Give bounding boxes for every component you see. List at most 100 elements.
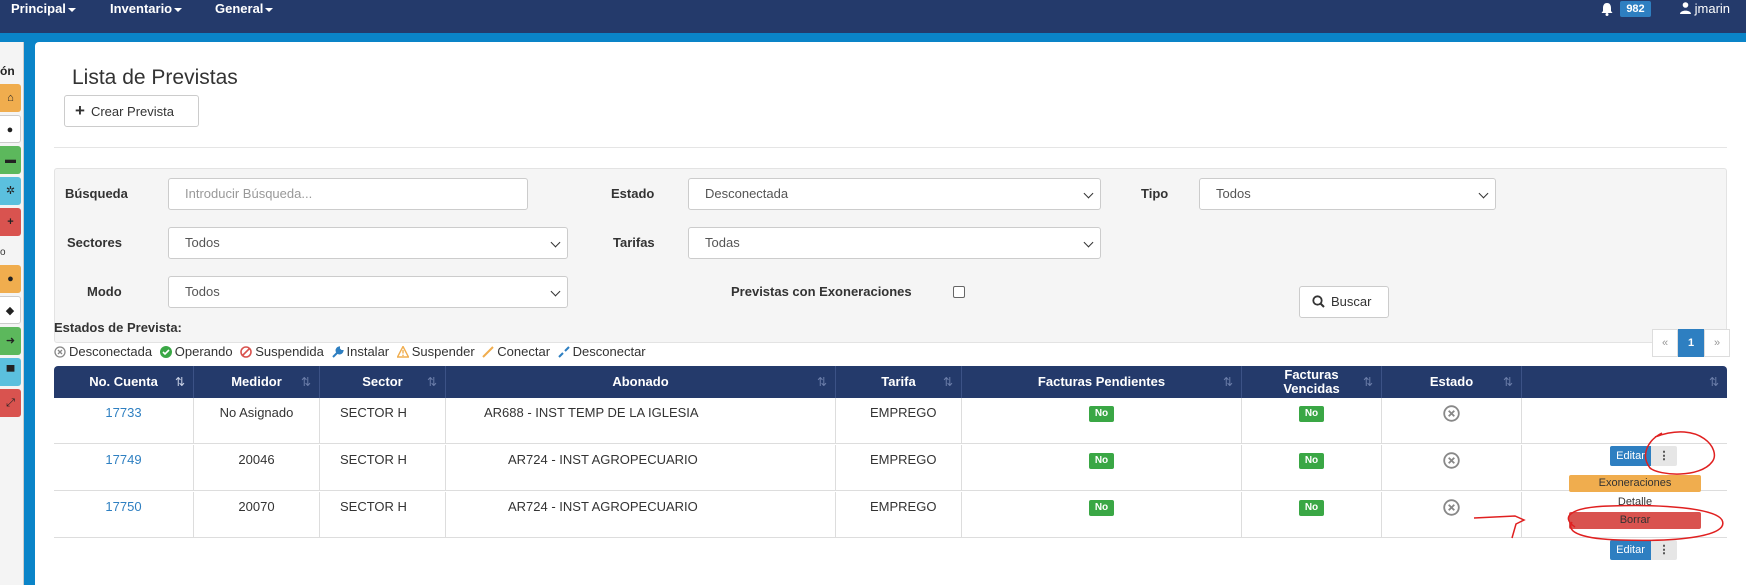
cell-cuenta[interactable]: 17733 <box>54 398 194 444</box>
cell-medidor: No Asignado <box>194 398 320 444</box>
page-prev[interactable]: « <box>1652 329 1678 357</box>
gear-icon: ✲ <box>5 185 16 197</box>
sidebar-btn-tag[interactable]: ◆ <box>0 296 21 324</box>
status-badge: No <box>1088 499 1115 516</box>
sidebar-btn-home[interactable]: ⌂ <box>0 84 21 112</box>
tag-icon: ◆ <box>5 305 15 317</box>
menu-item-borrar[interactable]: Borrar <box>1569 512 1701 529</box>
page-title: Lista de Previstas <box>72 66 238 89</box>
sidebar-btn-location[interactable]: ● <box>0 115 21 143</box>
legend-operando: Operando <box>159 344 233 359</box>
th-tarifa[interactable]: Tarifa ⇅ <box>836 366 962 398</box>
sort-icon: ⇅ <box>1222 375 1233 389</box>
notification-badge[interactable]: 982 <box>1620 1 1651 17</box>
menu-general[interactable]: General <box>215 0 274 17</box>
user-icon <box>1680 2 1691 14</box>
th-medidor[interactable]: Medidor ⇅ <box>194 366 320 398</box>
menu-inventario[interactable]: Inventario <box>110 0 183 17</box>
sort-icon: ⇅ <box>816 375 827 389</box>
status-badge: No <box>1298 452 1325 469</box>
map-marker-icon: ● <box>6 124 14 136</box>
select-value: Desconectada <box>705 186 789 201</box>
estados-title: Estados de Prevista: <box>54 320 182 335</box>
truck-icon: ▀ <box>6 366 15 378</box>
cell-sector: SECTOR H <box>320 445 446 491</box>
sidebar-btn-print[interactable]: ▬ <box>0 146 21 174</box>
select-value: Todos <box>1216 186 1251 201</box>
expand-icon: ⤢ <box>6 397 15 409</box>
edit-button[interactable]: Editar <box>1610 540 1651 560</box>
cell-tarifa: EMPREGO <box>836 398 962 444</box>
ban-icon <box>240 346 253 358</box>
bell-icon[interactable] <box>1600 2 1614 16</box>
th-facturas-pendientes[interactable]: Facturas Pendientes ⇅ <box>962 366 1242 398</box>
username: jmarin <box>1694 1 1731 16</box>
main-panel: Lista de Previstas + Crear Prevista Búsqu… <box>35 42 1746 585</box>
sidebar-label: ón <box>0 64 15 78</box>
sidebar-btn-truck[interactable]: ▀ <box>0 358 21 386</box>
legend-desconectar: Desconectar <box>557 344 646 359</box>
legend-instalar: Instalar <box>331 344 389 359</box>
create-prevista-button[interactable]: + Crear Prevista <box>64 95 199 127</box>
legend-suspendida: Suspendida <box>240 344 324 359</box>
cell-estado <box>1382 492 1522 538</box>
arrow-right-icon: ➜ <box>5 335 16 347</box>
caret-down-icon <box>265 7 274 12</box>
page-next[interactable]: » <box>1704 329 1730 357</box>
menu-item-detalle[interactable]: Detalle <box>1569 494 1701 511</box>
sort-icon: ⇅ <box>1502 375 1513 389</box>
sidebar-btn-add[interactable]: + <box>0 208 21 236</box>
cell-pendientes: No <box>962 398 1242 444</box>
cell-abonado: AR724 - INST AGROPECUARIO <box>446 492 836 538</box>
edit-button[interactable]: Editar <box>1610 446 1651 466</box>
exoneraciones-checkbox[interactable] <box>953 286 965 298</box>
page-current[interactable]: 1 <box>1678 329 1704 357</box>
menu-label: Inventario <box>110 1 173 16</box>
th-cuenta[interactable]: No. Cuenta ⇅ <box>54 366 194 398</box>
status-badge: No <box>1298 499 1325 516</box>
caret-down-icon <box>174 7 183 12</box>
cell-cuenta[interactable]: 17750 <box>54 492 194 538</box>
more-options-button[interactable]: ⋮ <box>1651 446 1677 466</box>
sidebar-btn-user[interactable]: ● <box>0 265 21 293</box>
search-label: Búsqueda <box>65 186 128 201</box>
more-options-button[interactable]: ⋮ <box>1651 540 1677 560</box>
sidebar-btn-forward[interactable]: ➜ <box>0 327 21 355</box>
th-estado[interactable]: Estado ⇅ <box>1382 366 1522 398</box>
legend-suspender: Suspender <box>396 344 475 359</box>
search-input[interactable]: Introducir Búsqueda... <box>168 178 528 210</box>
row-options-dropdown: Exoneraciones Detalle Borrar <box>1569 475 1701 533</box>
left-sidebar: ón ⌂ ● ▬ ✲ + o ● ◆ ➜ ▀ ⤢ <box>0 42 24 585</box>
cell-cuenta[interactable]: 17749 <box>54 445 194 491</box>
tarifas-select[interactable]: Todas <box>688 227 1101 259</box>
th-sector[interactable]: Sector ⇅ <box>320 366 446 398</box>
sort-icon: ⇅ <box>300 375 311 389</box>
estados-legend: Desconectada Operando Suspendida Instala… <box>54 344 650 359</box>
sidebar-btn-expand[interactable]: ⤢ <box>0 389 21 417</box>
search-button[interactable]: Buscar <box>1299 286 1389 318</box>
select-value: Todas <box>705 235 740 250</box>
sectores-select[interactable]: Todos <box>168 227 568 259</box>
th-abonado[interactable]: Abonado ⇅ <box>446 366 836 398</box>
chevron-down-icon <box>550 286 561 297</box>
sidebar-btn-settings[interactable]: ✲ <box>0 177 21 205</box>
th-facturas-vencidas[interactable]: Facturas Vencidas ⇅ <box>1242 366 1382 398</box>
sort-icon: ⇅ <box>426 375 437 389</box>
sort-icon: ⇅ <box>174 375 185 389</box>
filter-panel: Búsqueda Introducir Búsqueda... Estado D… <box>54 168 1727 343</box>
chevron-down-icon <box>1478 188 1489 199</box>
cell-medidor: 20070 <box>194 492 320 538</box>
select-value: Todos <box>185 284 220 299</box>
top-navbar: Principal Inventario General 982 jmarin <box>0 0 1746 33</box>
th-actions[interactable]: ⇅ <box>1522 366 1727 398</box>
menu-principal[interactable]: Principal <box>11 0 76 17</box>
sidebar-dot: o <box>0 247 6 258</box>
plus-icon: + <box>75 101 85 120</box>
menu-item-exoneraciones[interactable]: Exoneraciones <box>1569 475 1701 492</box>
status-badge: No <box>1088 405 1115 422</box>
user-menu[interactable]: jmarin <box>1680 0 1730 17</box>
modo-select[interactable]: Todos <box>168 276 568 308</box>
plus-icon: + <box>7 216 14 228</box>
estado-select[interactable]: Desconectada <box>688 178 1101 210</box>
tipo-select[interactable]: Todos <box>1199 178 1496 210</box>
